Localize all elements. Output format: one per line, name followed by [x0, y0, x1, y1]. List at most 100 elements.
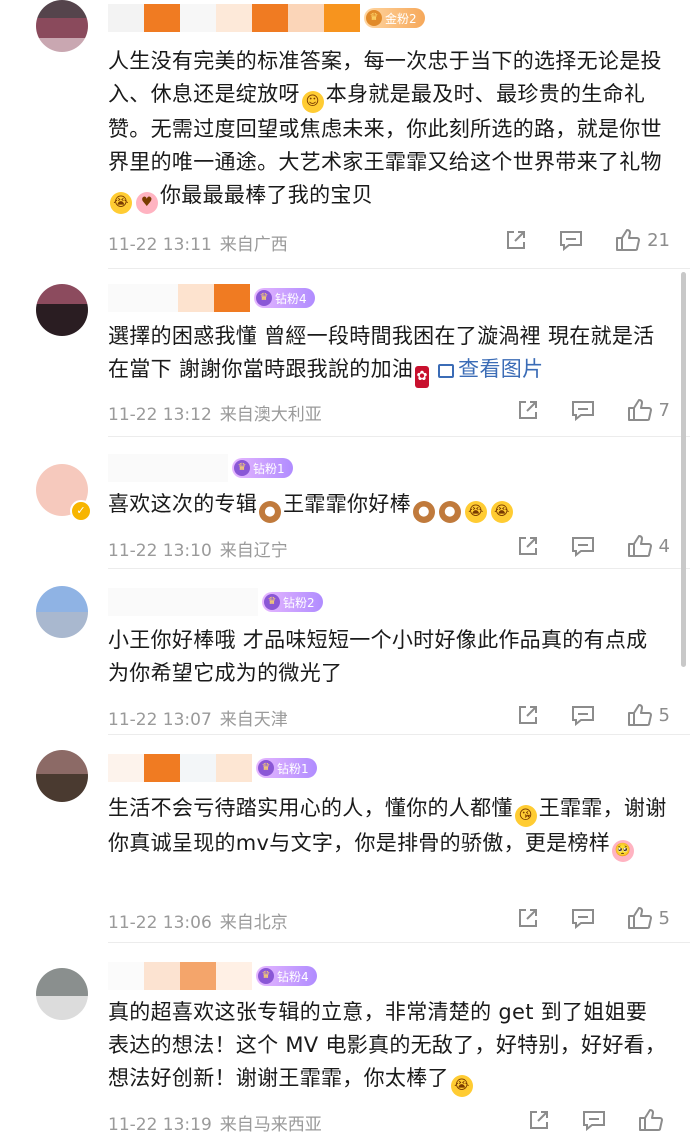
fan-level-badge: ♛ 钻粉1 — [256, 758, 317, 778]
fan-level-badge: ♛ 钻粉4 — [254, 288, 315, 308]
username-row[interactable]: ♛ 钻粉2 — [108, 588, 323, 616]
share-icon — [518, 706, 537, 724]
comment-actions: 4 — [485, 534, 670, 558]
like-button[interactable]: 5 — [627, 703, 670, 727]
comment-date: 11-22 13:19 — [108, 1115, 212, 1135]
username-row[interactable]: ♛ 钻粉1 — [108, 454, 293, 482]
comment-icon — [571, 706, 594, 726]
comment-location: 来自马来西亚 — [219, 1115, 322, 1135]
avatar[interactable] — [36, 586, 88, 638]
smiling-hearts-emoji-icon: ☺ — [301, 91, 324, 113]
fan-level-badge: ♛ 金粉2 — [364, 8, 425, 28]
username-row[interactable]: ♛ 金粉2 — [108, 4, 425, 32]
comment-date: 11-22 13:10 — [108, 541, 212, 561]
thumbs-up-icon — [627, 907, 652, 929]
capybara-emoji-icon: ● — [438, 501, 461, 523]
verified-badge-icon: ✓ — [70, 500, 92, 522]
capybara-emoji-icon: ● — [412, 501, 435, 523]
thumbs-up-icon — [627, 535, 652, 557]
comment-location: 来自澳大利亚 — [219, 405, 322, 425]
comment-text: 生活不会亏待踏实用心的人，懂你的人都懂 😘 王霏霏，谢谢你真诚呈现的mv与文字，你是… — [108, 792, 668, 862]
like-count: 5 — [658, 704, 670, 726]
heart-hands-emoji-icon: ♥ — [136, 192, 158, 214]
avatar[interactable] — [36, 284, 88, 336]
comment-location: 来自天津 — [219, 710, 288, 730]
fan-level-badge: ♛ 钻粉4 — [256, 966, 317, 986]
reply-button[interactable] — [571, 907, 595, 929]
share-button[interactable] — [528, 1109, 550, 1131]
comment-icon — [560, 231, 583, 251]
comment-meta: 11-22 13:06 来自北京 — [108, 908, 296, 933]
crying-emoji-icon: 😭 — [464, 501, 487, 523]
view-image-link[interactable]: 查看图片 — [438, 357, 543, 381]
thumbs-up-icon — [639, 1109, 663, 1131]
share-button[interactable] — [517, 535, 539, 557]
reply-button[interactable] — [559, 229, 583, 251]
avatar[interactable] — [36, 750, 88, 802]
like-button[interactable]: 5 — [627, 906, 670, 930]
image-icon — [438, 364, 455, 378]
share-button[interactable] — [505, 229, 527, 251]
thumbs-up-icon — [627, 399, 652, 421]
like-button[interactable] — [638, 1108, 670, 1132]
comment-meta: 11-22 13:07 来自天津 — [108, 705, 296, 730]
crown-icon: ♛ — [234, 460, 250, 476]
like-count: 21 — [647, 229, 670, 251]
comment-icon — [571, 401, 594, 421]
crown-icon: ♛ — [366, 10, 382, 26]
comment-actions: 5 — [485, 703, 670, 727]
capybara-emoji-icon: ● — [259, 501, 282, 523]
comment-meta: 11-22 13:11 来自广西 — [108, 230, 296, 255]
comment-date: 11-22 13:11 — [108, 235, 212, 255]
comment-icon — [571, 909, 594, 929]
fan-level-badge: ♛ 钻粉1 — [232, 458, 293, 478]
crown-icon: ♛ — [258, 968, 274, 984]
avatar[interactable] — [36, 968, 88, 1020]
crown-icon: ♛ — [256, 290, 272, 306]
like-button[interactable]: 4 — [627, 534, 670, 558]
reply-button[interactable] — [571, 535, 595, 557]
pleading-face-emoji-icon: 🥺 — [612, 840, 635, 862]
like-button[interactable]: 7 — [627, 398, 670, 422]
comment-location: 来自辽宁 — [219, 541, 288, 561]
comment-item: ✓ ♛ 钻粉1 喜欢这次的专辑 ● 王霏霏你好棒 ● ● 😭 😭 11-22 13:10 来自辽… — [0, 436, 690, 568]
avatar[interactable] — [36, 0, 88, 52]
username-row[interactable]: ♛ 钻粉1 — [108, 754, 317, 782]
share-button[interactable] — [517, 704, 539, 726]
crying-emoji-icon: 😭 — [490, 501, 513, 523]
comment-text: 人生没有完美的标准答案，每一次忠于当下的选择无论是投入、休息还是绽放呀 ☺ 本身就是… — [108, 45, 668, 214]
comment-item: ♛ 金粉2 人生没有完美的标准答案，每一次忠于当下的选择无论是投入、休息还是绽放呀… — [0, 0, 690, 268]
reply-button[interactable] — [582, 1109, 606, 1131]
comment-item: ♛ 钻粉4 真的超喜欢这张专辑的立意，非常清楚的 get 到了姐姐要表达的想法！这… — [0, 942, 690, 1145]
comment-item: ♛ 钻粉1 生活不会亏待踏实用心的人，懂你的人都懂 😘 王霏霏，谢谢你真诚呈现的mv与… — [0, 734, 690, 942]
scrollbar[interactable] — [681, 272, 686, 667]
thumbs-up-icon — [616, 229, 641, 251]
comment-location: 来自广西 — [219, 235, 288, 255]
like-button[interactable]: 21 — [615, 228, 670, 252]
like-count: 7 — [658, 399, 670, 421]
share-button[interactable] — [517, 907, 539, 929]
comment-text: 真的超喜欢这张专辑的立意，非常清楚的 get 到了姐姐要表达的想法！这个 MV … — [108, 996, 668, 1097]
reply-button[interactable] — [571, 399, 595, 421]
thumbs-up-icon — [627, 704, 652, 726]
comment-text: 小王你好棒哦 才品味短短一个小时好像此作品真的有点成为你希望它成为的微光了 — [108, 628, 648, 685]
username-row[interactable]: ♛ 钻粉4 — [108, 962, 317, 990]
username-row[interactable]: ♛ 钻粉4 — [108, 284, 315, 312]
comment-item: ♛ 钻粉2 小王你好棒哦 才品味短短一个小时好像此作品真的有点成为你希望它成为的微… — [0, 568, 690, 734]
fan-level-badge: ♛ 钻粉2 — [262, 592, 323, 612]
share-icon — [530, 1111, 548, 1129]
share-icon — [518, 401, 537, 419]
comment-item: ♛ 钻粉4 選擇的困惑我懂 曾經一段時間我困在了漩渦裡 現在就是活在當下 謝謝你當… — [0, 268, 690, 436]
comment-text: 選擇的困惑我懂 曾經一段時間我困在了漩渦裡 現在就是活在當下 謝謝你當時跟我說的… — [108, 320, 668, 388]
comment-date: 11-22 13:07 — [108, 710, 212, 730]
reply-button[interactable] — [571, 704, 595, 726]
share-button[interactable] — [517, 399, 539, 421]
comment-icon — [571, 537, 594, 557]
comment-actions: 21 — [473, 228, 670, 252]
share-icon — [518, 909, 537, 927]
crying-emoji-icon: 😭 — [450, 1075, 473, 1097]
like-count: 4 — [658, 535, 670, 557]
crying-emoji-icon: 😭 — [110, 192, 132, 214]
crown-icon: ♛ — [258, 760, 274, 776]
comment-actions — [496, 1108, 670, 1132]
